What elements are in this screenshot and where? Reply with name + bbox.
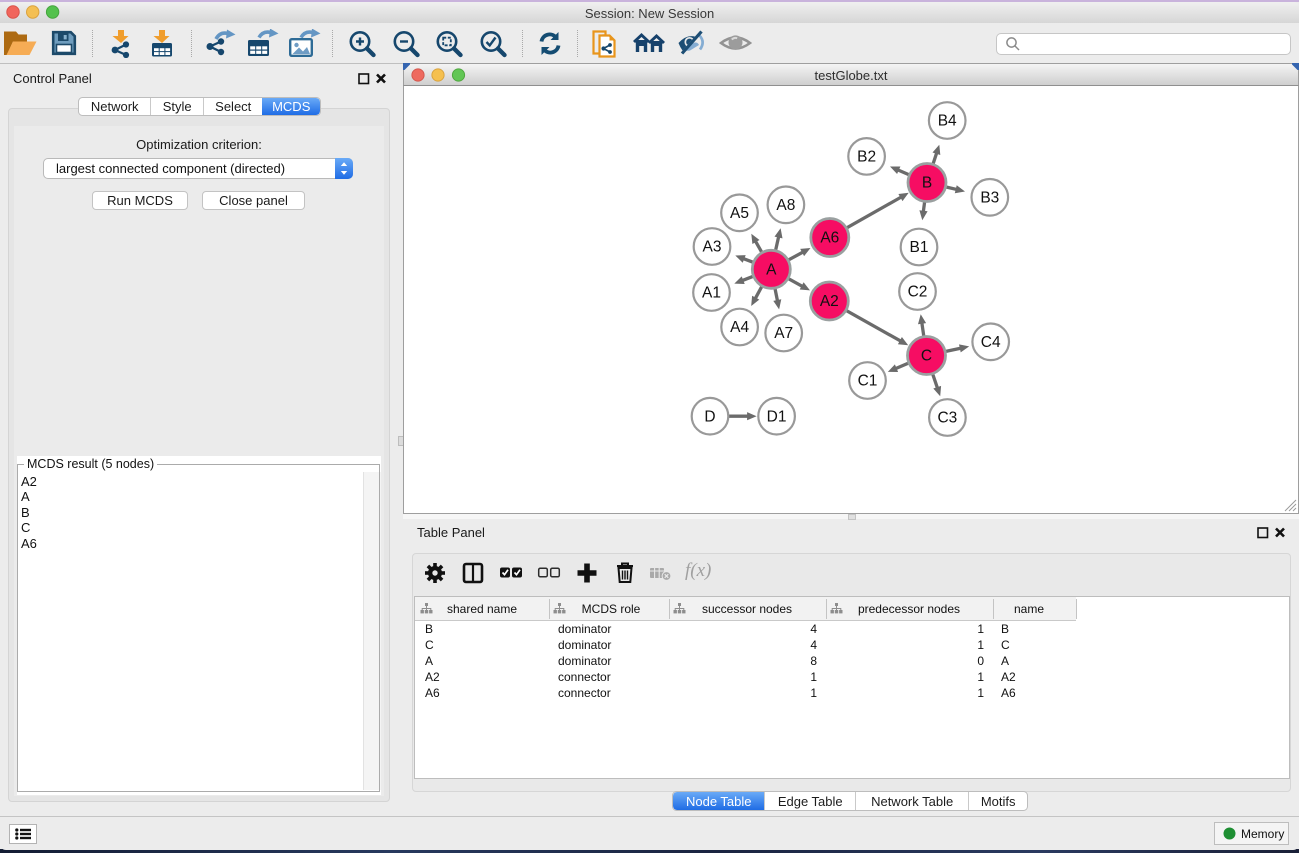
svg-text:B3: B3 — [980, 190, 999, 207]
svg-text:C4: C4 — [981, 334, 1001, 351]
svg-text:A1: A1 — [702, 285, 721, 302]
svg-text:A4: A4 — [730, 319, 749, 336]
svg-text:D1: D1 — [767, 408, 787, 425]
svg-text:A2: A2 — [820, 293, 839, 310]
svg-text:C3: C3 — [937, 410, 957, 427]
svg-text:A: A — [766, 262, 777, 279]
svg-text:A8: A8 — [776, 197, 795, 214]
svg-text:B: B — [922, 175, 932, 192]
svg-text:B2: B2 — [857, 149, 876, 166]
svg-text:D: D — [704, 408, 715, 425]
svg-text:A5: A5 — [730, 205, 749, 222]
svg-text:C1: C1 — [858, 373, 878, 390]
svg-text:B1: B1 — [910, 239, 929, 256]
svg-text:A7: A7 — [774, 325, 793, 342]
svg-text:C: C — [921, 348, 932, 365]
svg-text:A6: A6 — [820, 230, 839, 247]
svg-text:B4: B4 — [938, 113, 957, 130]
svg-text:A3: A3 — [703, 239, 722, 256]
svg-text:C2: C2 — [908, 284, 928, 301]
